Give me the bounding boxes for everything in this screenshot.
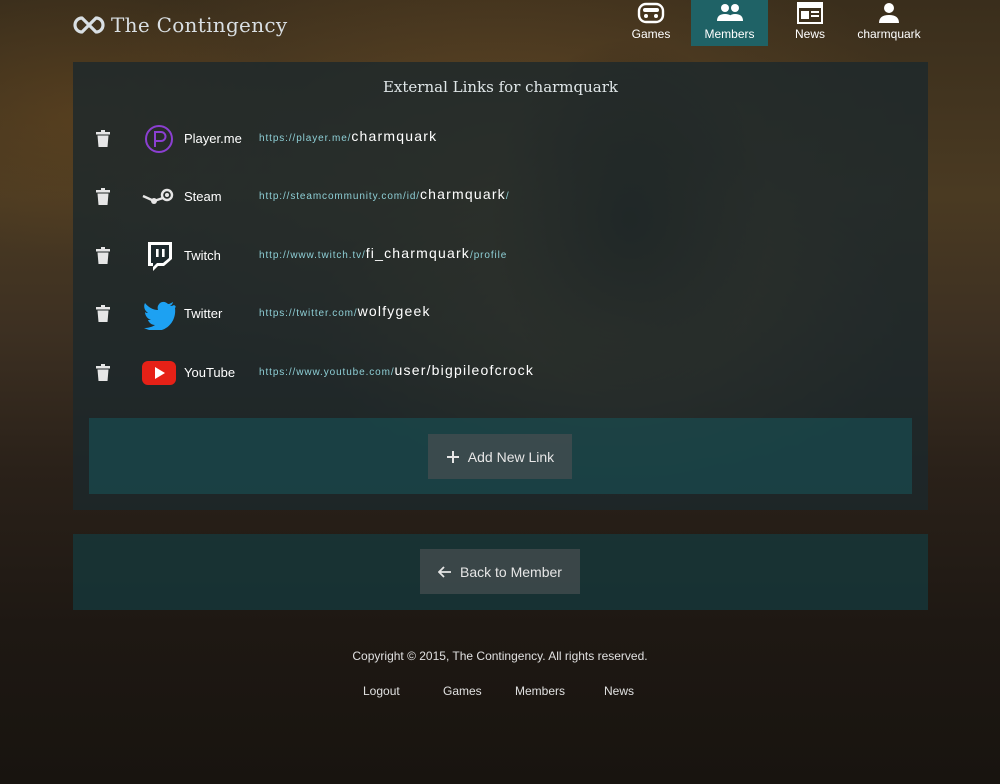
footer-link-logout[interactable]: Logout	[363, 684, 400, 698]
nav-games[interactable]: Games	[620, 0, 682, 46]
link-row-twitch: Twitch http://www.twitch.tv/fi_charmquar…	[73, 239, 928, 297]
profile-link[interactable]: http://steamcommunity.com/id/charmquark/	[259, 186, 510, 204]
delete-trash-icon[interactable]	[95, 247, 111, 265]
service-name: Twitter	[184, 306, 223, 321]
panel-title: External Links for charmquark	[382, 78, 618, 96]
brand-name: The Contingency	[111, 13, 288, 37]
back-to-member-button[interactable]: Back to Member	[420, 549, 580, 594]
external-links-panel: External Links for charmquark Player.me …	[73, 62, 928, 510]
profile-link[interactable]: https://player.me/charmquark	[259, 128, 437, 146]
copyright-text: Copyright © 2015, The Contingency. All r…	[352, 649, 648, 663]
gamepad-icon	[637, 2, 665, 24]
footer-link-games[interactable]: Games	[443, 684, 482, 698]
service-name: Player.me	[184, 131, 242, 146]
delete-trash-icon[interactable]	[95, 130, 111, 148]
nav-games-label: Games	[631, 27, 671, 41]
link-row-youtube: YouTube https://www.youtube.com/user/big…	[73, 356, 928, 414]
service-name: Steam	[184, 189, 222, 204]
profile-link[interactable]: http://www.twitch.tv/fi_charmquark/profi…	[259, 245, 507, 263]
nav-user-label: charmquark	[857, 27, 921, 41]
delete-trash-icon[interactable]	[95, 364, 111, 382]
footer-link-members[interactable]: Members	[515, 684, 565, 698]
link-row-playerme: Player.me https://player.me/charmquark	[73, 122, 928, 180]
add-link-area: Add New Link	[89, 418, 912, 494]
link-row-twitter: Twitter https://twitter.com/wolfygeek	[73, 297, 928, 355]
members-icon	[716, 4, 743, 21]
delete-trash-icon[interactable]	[95, 188, 111, 206]
nav-news-label: News	[794, 27, 825, 41]
nav-members[interactable]: Members	[691, 0, 768, 46]
infinity-logo-icon	[73, 16, 105, 34]
service-name: Twitch	[184, 248, 221, 263]
twitter-icon	[144, 301, 176, 330]
twitch-icon	[148, 242, 172, 271]
delete-trash-icon[interactable]	[95, 305, 111, 323]
profile-link[interactable]: https://twitter.com/wolfygeek	[259, 303, 431, 321]
footer-link-news[interactable]: News	[604, 684, 634, 698]
profile-link[interactable]: https://www.youtube.com/user/bigpileofcr…	[259, 362, 534, 380]
link-row-steam: Steam http://steamcommunity.com/id/charm…	[73, 180, 928, 238]
newspaper-icon	[797, 2, 823, 24]
add-new-link-button[interactable]: Add New Link	[428, 434, 572, 479]
brand-logo[interactable]: The Contingency	[73, 12, 287, 38]
youtube-icon	[142, 361, 176, 385]
back-to-member-label: Back to Member	[460, 563, 562, 580]
nav-user[interactable]: charmquark	[850, 0, 928, 46]
user-icon	[879, 3, 899, 23]
back-area: Back to Member	[73, 534, 928, 610]
nav-news[interactable]: News	[779, 0, 841, 46]
nav-members-label: Members	[704, 27, 755, 41]
arrow-left-icon	[438, 565, 452, 578]
playerme-icon	[145, 125, 173, 153]
steam-icon	[142, 188, 174, 204]
top-header: The Contingency Games Members News charm…	[0, 0, 1000, 50]
add-new-link-label: Add New Link	[467, 448, 555, 465]
service-name: YouTube	[184, 365, 236, 380]
plus-icon	[446, 450, 459, 463]
